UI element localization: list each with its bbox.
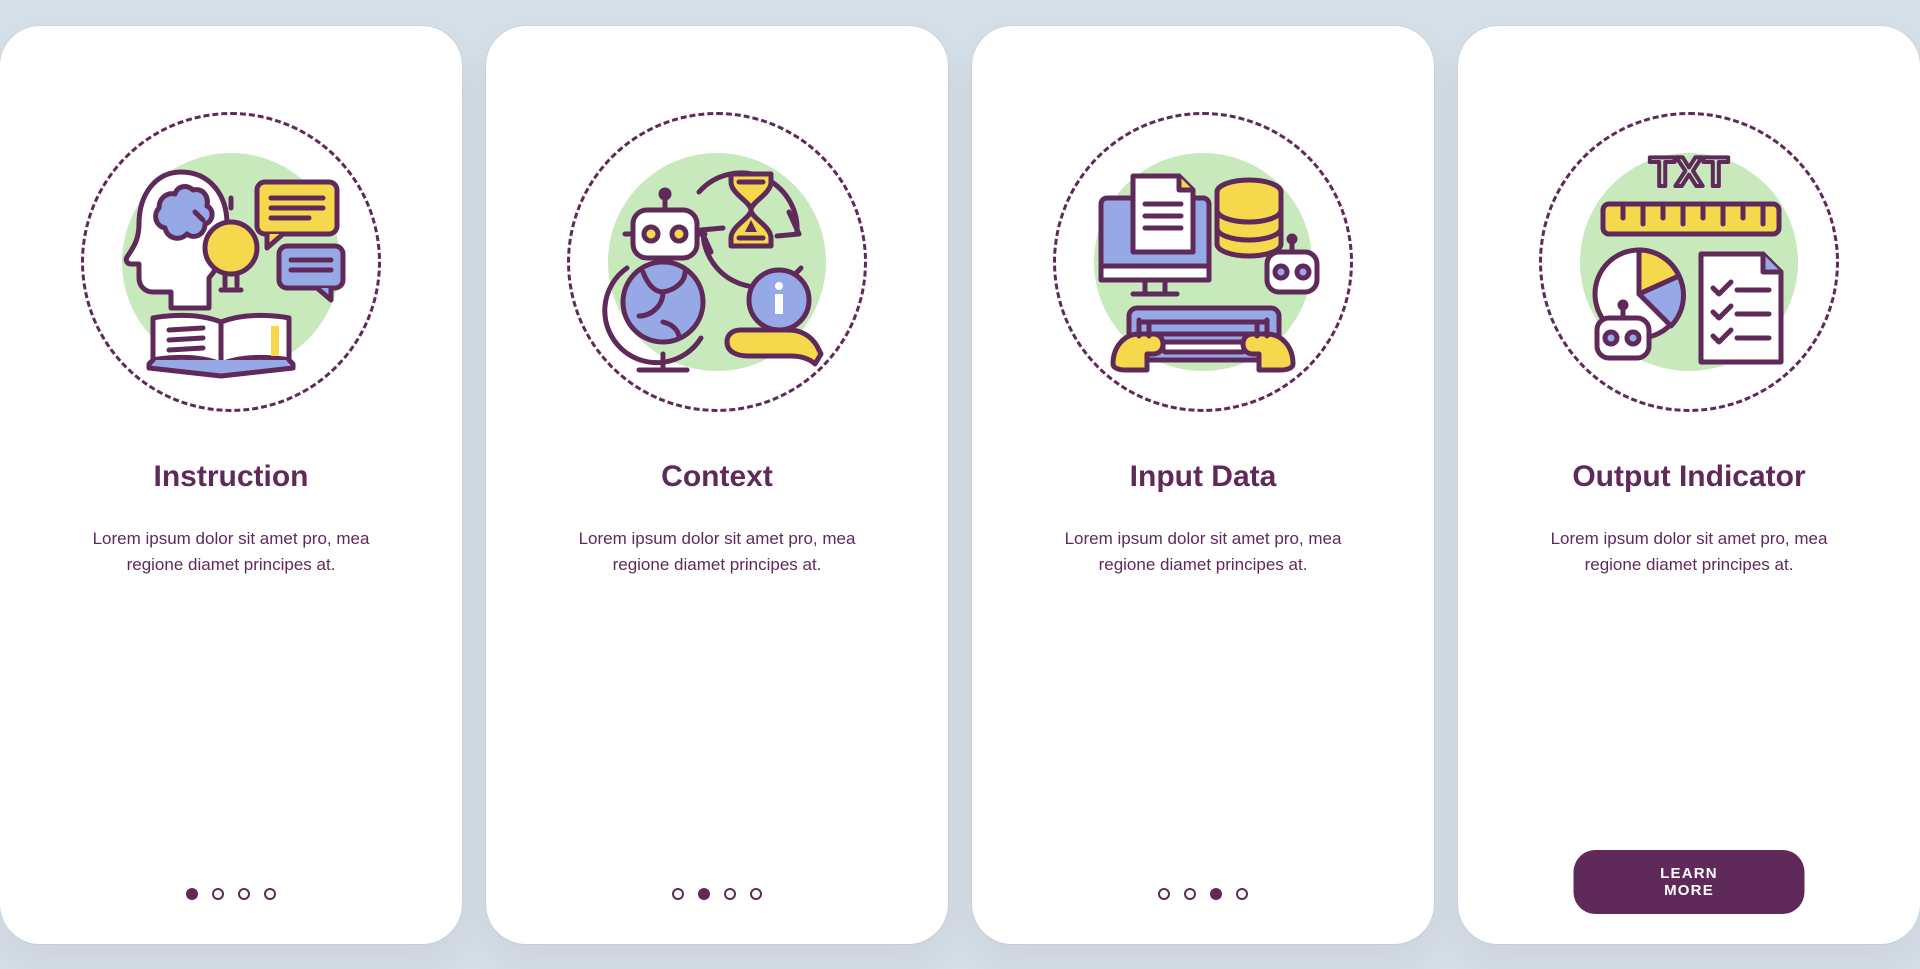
dot[interactable]: [186, 888, 198, 900]
instruction-icon: [81, 112, 381, 412]
pagination-dots: [972, 888, 1434, 900]
onboarding-carousel: Instruction Lorem ipsum dolor sit amet p…: [0, 0, 1920, 969]
output-indicator-icon: TXT: [1539, 112, 1839, 412]
card-description: Lorem ipsum dolor sit amet pro, mea regi…: [76, 526, 386, 579]
card-description: Lorem ipsum dolor sit amet pro, mea regi…: [562, 526, 872, 579]
dot[interactable]: [698, 888, 710, 900]
pagination-dots: [0, 888, 462, 900]
onboarding-card: Input Data Lorem ipsum dolor sit amet pr…: [972, 26, 1434, 944]
dot[interactable]: [264, 888, 276, 900]
illustration: TXT: [1539, 112, 1839, 412]
dot[interactable]: [1210, 888, 1222, 900]
card-title: Instruction: [154, 460, 309, 494]
onboarding-card: Context Lorem ipsum dolor sit amet pro, …: [486, 26, 948, 944]
dot[interactable]: [750, 888, 762, 900]
onboarding-card: TXT: [1458, 26, 1920, 944]
card-description: Lorem ipsum dolor sit amet pro, mea regi…: [1048, 526, 1358, 579]
dot[interactable]: [1184, 888, 1196, 900]
card-description: Lorem ipsum dolor sit amet pro, mea regi…: [1534, 526, 1844, 579]
illustration: [567, 112, 867, 412]
dot[interactable]: [672, 888, 684, 900]
pagination-dots: [486, 888, 948, 900]
illustration: [81, 112, 381, 412]
illustration: [1053, 112, 1353, 412]
card-title: Input Data: [1130, 460, 1277, 494]
card-title: Context: [661, 460, 773, 494]
dot[interactable]: [238, 888, 250, 900]
dot[interactable]: [1236, 888, 1248, 900]
svg-text:TXT: TXT: [1649, 148, 1729, 195]
learn-more-button[interactable]: LEARN MORE: [1574, 850, 1805, 914]
card-title: Output Indicator: [1572, 460, 1805, 494]
dot[interactable]: [1158, 888, 1170, 900]
input-data-icon: [1053, 112, 1353, 412]
context-icon: [567, 112, 867, 412]
dot[interactable]: [212, 888, 224, 900]
onboarding-card: Instruction Lorem ipsum dolor sit amet p…: [0, 26, 462, 944]
dot[interactable]: [724, 888, 736, 900]
